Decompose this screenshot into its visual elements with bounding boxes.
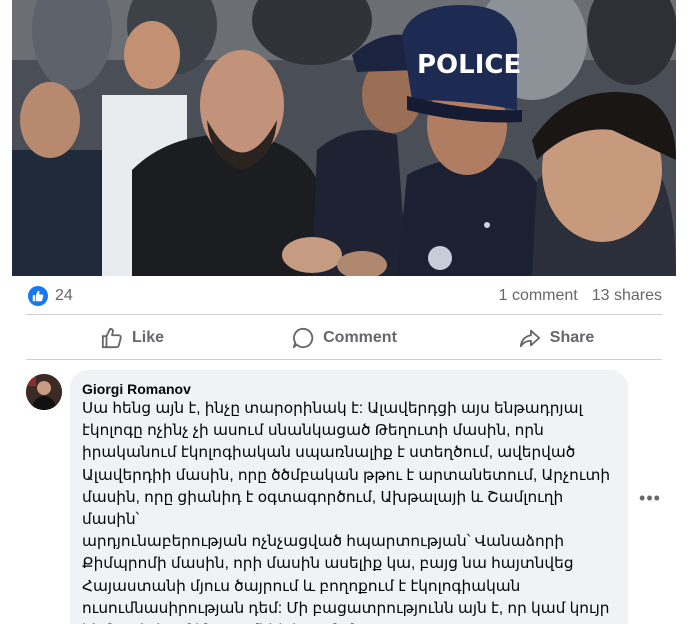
thumbs-up-icon[interactable] — [28, 286, 48, 306]
avatar-image — [26, 374, 62, 410]
like-button-label: Like — [131, 329, 164, 346]
post-photo[interactable]: POLICE — [12, 0, 676, 276]
comment-button[interactable]: Comment — [238, 318, 450, 358]
thumbs-up-outline-icon — [100, 326, 124, 350]
more-options-icon[interactable]: ••• — [638, 486, 662, 510]
like-button[interactable]: Like — [26, 318, 238, 358]
share-button[interactable]: Share — [450, 318, 662, 358]
photo-illustration: POLICE — [12, 0, 676, 276]
share-button-label: Share — [549, 329, 595, 346]
post-actions-bar: Like Comment Share — [26, 318, 662, 358]
comment-bubble: Giorgi Romanov Սա հենց այն է, ինչը տարօր… — [70, 370, 628, 624]
comment-count-link[interactable]: 1 comment — [499, 287, 578, 305]
comment-author[interactable]: Giorgi Romanov — [82, 380, 616, 398]
avatar[interactable] — [26, 374, 62, 410]
police-cap-text: POLICE — [417, 50, 521, 80]
comment-text: Սա հենց այն է, ինչը տարօրինակ է: Ալավերդ… — [82, 400, 611, 624]
like-badge-glyph — [32, 290, 44, 302]
speech-bubble-icon — [291, 326, 315, 350]
like-count[interactable]: 24 — [55, 287, 73, 305]
actions-divider — [26, 359, 662, 360]
share-arrow-icon — [518, 326, 542, 350]
post-stats-row: 24 1 comment 13 shares — [12, 282, 676, 310]
stats-divider — [26, 314, 662, 315]
share-count-link[interactable]: 13 shares — [592, 287, 662, 305]
comment-button-label: Comment — [323, 329, 397, 346]
